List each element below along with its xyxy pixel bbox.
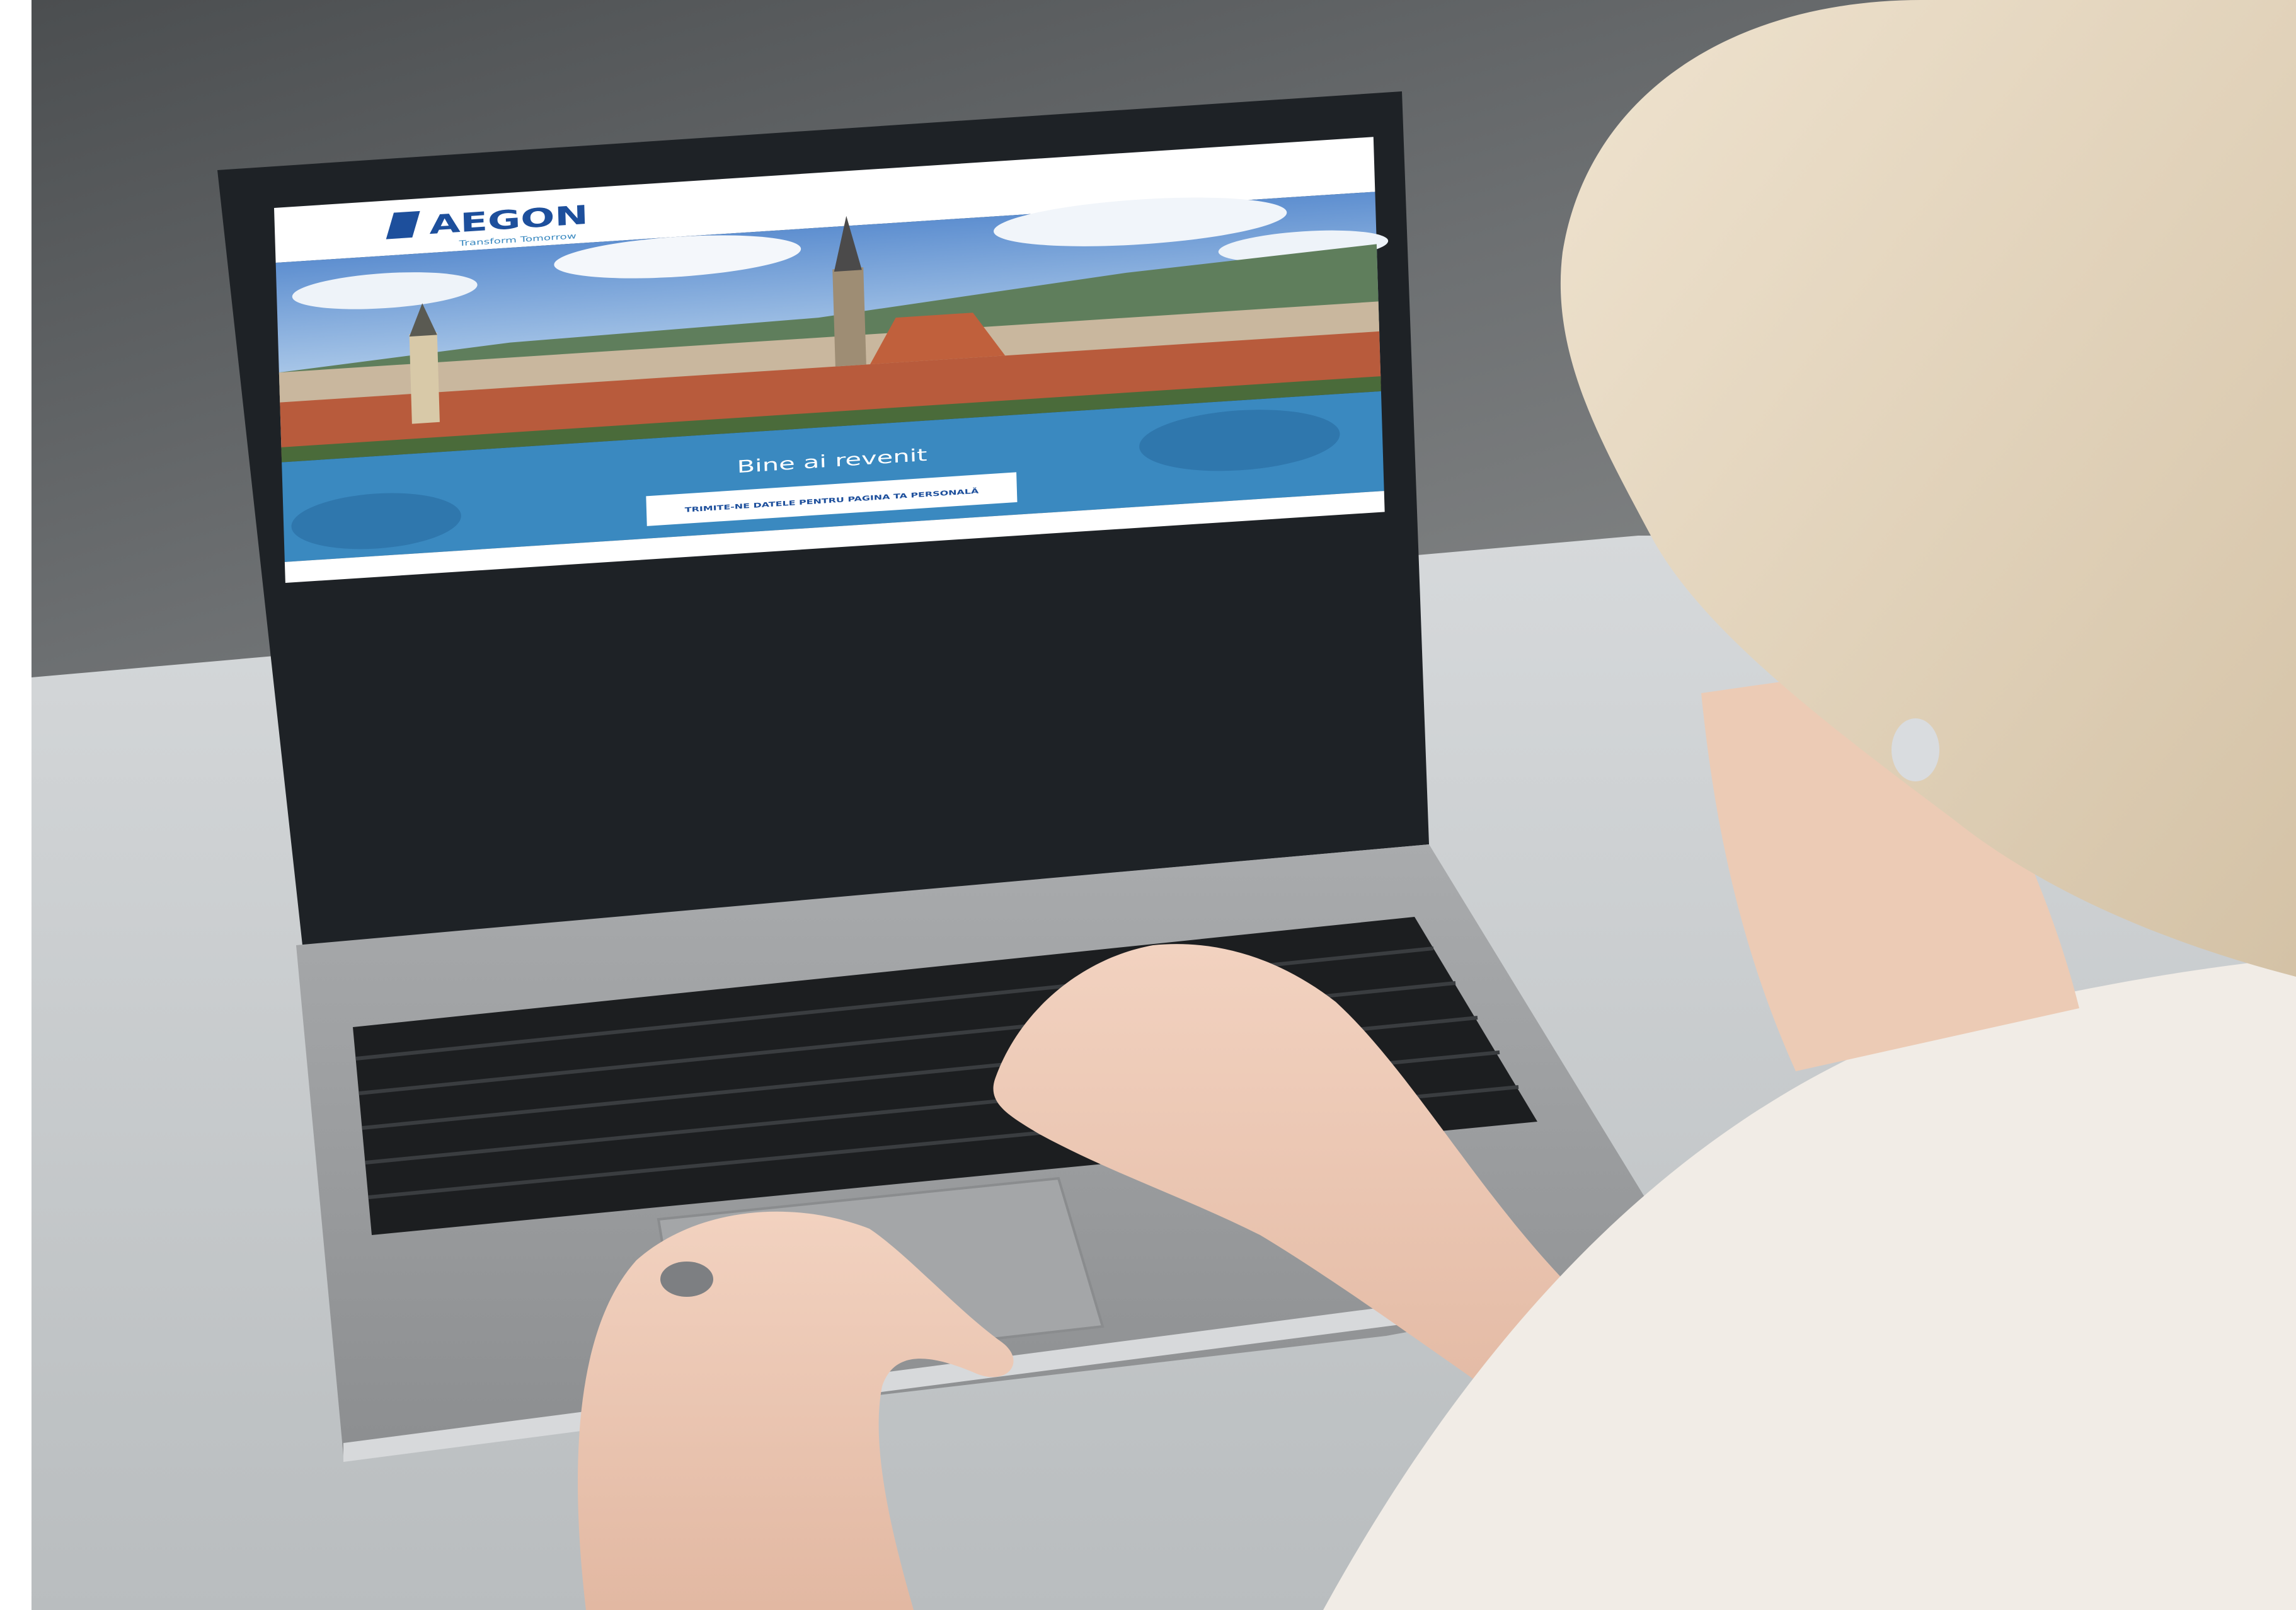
church-tower [832, 267, 866, 367]
ring [660, 1262, 713, 1297]
laptop-screen: AEGON Transform Tomorrow Bine ai revenit… [274, 137, 1389, 584]
tower-left [409, 332, 440, 424]
earring [1891, 718, 1939, 781]
photo-scene: AEGON Transform Tomorrow Bine ai revenit… [0, 0, 2296, 1610]
